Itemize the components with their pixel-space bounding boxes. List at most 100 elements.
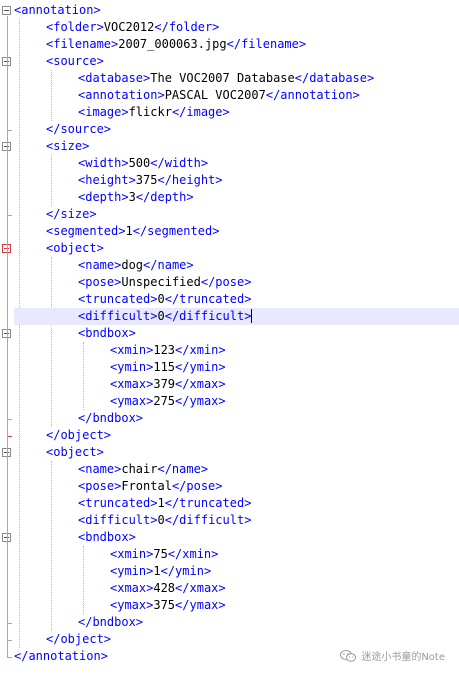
code-line[interactable]: <name>dog</name> xyxy=(14,257,459,274)
open-tag: <folder> xyxy=(46,20,104,34)
tag-value: 428 xyxy=(153,581,176,595)
code-line[interactable]: <name>chair</name> xyxy=(14,461,459,478)
code-line[interactable]: <size> xyxy=(14,138,459,155)
close-tag: </xmax> xyxy=(175,377,226,391)
open-tag: <database> xyxy=(78,71,151,85)
tag-value: 0 xyxy=(157,513,165,527)
close-tag: </object> xyxy=(46,428,112,442)
code-line[interactable]: <ymax>275</ymax> xyxy=(14,393,459,410)
open-tag: <ymax> xyxy=(110,598,154,612)
open-tag: <image> xyxy=(78,105,129,119)
code-line[interactable]: <ymin>1</ymin> xyxy=(14,563,459,580)
tag-value: 275 xyxy=(153,394,176,408)
close-tag: </width> xyxy=(150,156,209,170)
open-tag: <source> xyxy=(46,54,104,68)
close-tag: </truncated> xyxy=(164,496,252,510)
close-tag: </database> xyxy=(294,71,375,85)
code-line[interactable]: <annotation> xyxy=(14,2,459,19)
code-line[interactable]: <segmented>1</segmented> xyxy=(14,223,459,240)
code-line[interactable]: <height>375</height> xyxy=(14,172,459,189)
code-line[interactable]: <depth>3</depth> xyxy=(14,189,459,206)
tag-value: 379 xyxy=(153,377,176,391)
open-tag: <object> xyxy=(46,445,104,459)
wechat-icon xyxy=(340,649,357,662)
code-line[interactable]: <width>500</width> xyxy=(14,155,459,172)
code-line[interactable]: <xmin>123</xmin> xyxy=(14,342,459,359)
code-line[interactable]: <ymin>115</ymin> xyxy=(14,359,459,376)
open-tag: <bndbox> xyxy=(78,326,136,340)
open-tag: <object> xyxy=(46,241,104,255)
open-tag: <bndbox> xyxy=(78,530,136,544)
current-line[interactable]: <difficult>0</difficult> xyxy=(14,308,459,325)
close-tag: </bndbox> xyxy=(78,411,144,425)
code-line[interactable]: </object> xyxy=(14,427,459,444)
open-tag: <annotation> xyxy=(14,3,101,17)
code-line[interactable]: <bndbox> xyxy=(14,529,459,546)
text-cursor xyxy=(251,309,253,323)
code-line[interactable]: </object> xyxy=(14,631,459,648)
tag-value: flickr xyxy=(128,105,172,119)
tag-value: Unspecified xyxy=(121,275,201,289)
code-line[interactable]: <bndbox> xyxy=(14,325,459,342)
code-line[interactable]: <xmax>428</xmax> xyxy=(14,580,459,597)
code-line[interactable]: <xmax>379</xmax> xyxy=(14,376,459,393)
fold-toggle-icon[interactable] xyxy=(2,6,11,15)
code-line[interactable]: <annotation>PASCAL VOC2007</annotation> xyxy=(14,87,459,104)
close-tag: </size> xyxy=(46,207,97,221)
code-line[interactable]: <object> xyxy=(14,240,459,257)
close-tag: </folder> xyxy=(154,20,220,34)
code-line[interactable]: </bndbox> xyxy=(14,410,459,427)
tag-value: 1 xyxy=(153,564,161,578)
open-tag: <ymax> xyxy=(110,394,154,408)
code-line[interactable]: <pose>Frontal</pose> xyxy=(14,478,459,495)
tag-value: 0 xyxy=(157,309,165,323)
code-line[interactable]: <truncated>0</truncated> xyxy=(14,291,459,308)
code-line[interactable]: <folder>VOC2012</folder> xyxy=(14,19,459,36)
open-tag: <truncated> xyxy=(78,496,158,510)
close-tag: </ymax> xyxy=(175,394,226,408)
close-tag: </difficult> xyxy=(164,513,252,527)
code-line[interactable]: <object> xyxy=(14,444,459,461)
tag-value: 75 xyxy=(153,547,168,561)
close-tag: </source> xyxy=(46,122,112,136)
open-tag: <filename> xyxy=(46,37,119,51)
tag-value: 1 xyxy=(125,224,133,238)
xml-editor[interactable]: <annotation> <folder>VOC2012</folder> <fil… xyxy=(0,0,459,677)
close-tag: </height> xyxy=(157,173,223,187)
code-line[interactable]: <pose>Unspecified</pose> xyxy=(14,274,459,291)
close-tag: </xmin> xyxy=(167,547,219,561)
code-line[interactable]: <ymax>375</ymax> xyxy=(14,597,459,614)
open-tag: <name> xyxy=(78,462,122,476)
tag-value: dog xyxy=(121,258,144,272)
close-tag: </depth> xyxy=(135,190,194,204)
tag-value: 375 xyxy=(153,598,176,612)
close-tag: </xmax> xyxy=(175,581,226,595)
code-line[interactable]: </source> xyxy=(14,121,459,138)
code-line[interactable]: </bndbox> xyxy=(14,614,459,631)
open-tag: <pose> xyxy=(78,275,122,289)
close-tag: </ymin> xyxy=(175,360,226,374)
open-tag: <segmented> xyxy=(46,224,126,238)
close-tag: </pose> xyxy=(200,275,252,289)
tag-value: The VOC2007 Database xyxy=(150,71,295,85)
close-tag: </name> xyxy=(157,462,209,476)
code-line[interactable]: <difficult>0</difficult> xyxy=(14,512,459,529)
tag-value: 1 xyxy=(157,496,165,510)
code-line[interactable]: </size> xyxy=(14,206,459,223)
open-tag: <truncated> xyxy=(78,292,158,306)
open-tag: <name> xyxy=(78,258,122,272)
code-line[interactable]: <database>The VOC2007 Database</database… xyxy=(14,70,459,87)
code-line[interactable]: <image>flickr</image> xyxy=(14,104,459,121)
close-tag: </filename> xyxy=(226,37,307,51)
code-line[interactable]: <filename>2007_000063.jpg</filename> xyxy=(14,36,459,53)
tag-value: 115 xyxy=(153,360,176,374)
code-line[interactable]: <source> xyxy=(14,53,459,70)
open-tag: <ymin> xyxy=(110,360,154,374)
open-tag: <xmax> xyxy=(110,581,154,595)
close-tag: </object> xyxy=(46,632,112,646)
code-line[interactable]: <xmin>75</xmin> xyxy=(14,546,459,563)
code-line[interactable]: <truncated>1</truncated> xyxy=(14,495,459,512)
close-tag: </annotation> xyxy=(14,649,108,663)
close-tag: </truncated> xyxy=(164,292,252,306)
tag-value: Frontal xyxy=(121,479,172,493)
